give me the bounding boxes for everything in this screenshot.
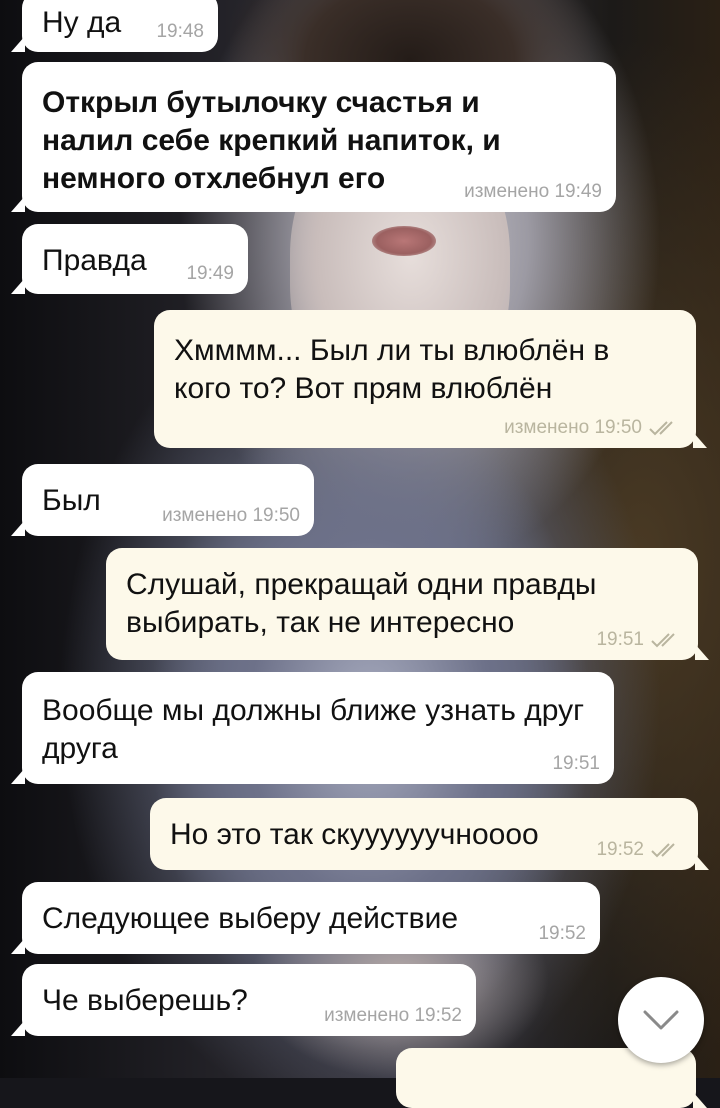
message-incoming[interactable]: Ну да 19:48 [11, 0, 218, 52]
message-edited-time: изменено 19:52 [324, 1005, 462, 1026]
message-text: Но это так скуууууучноооо [170, 818, 539, 851]
message-incoming[interactable]: Был изменено 19:50 [11, 464, 314, 536]
message-text: Был [42, 484, 101, 517]
double-check-icon [649, 421, 673, 436]
message-incoming[interactable]: Открыл бутылочку счастья и налил себе кр… [11, 62, 616, 212]
message-incoming[interactable]: Че выберешь? изменено 19:52 [11, 964, 476, 1036]
message-time: 19:51 [596, 630, 684, 650]
message-text: Следующее выберу действие [42, 902, 459, 935]
message-time: 19:51 [552, 753, 600, 774]
message-text: Хмммм... Был ли ты влюблён в кого то? Во… [174, 334, 610, 405]
message-time: 19:52 [538, 923, 586, 944]
message-edited-time: изменено 19:50 [504, 418, 682, 438]
chevron-down-icon [643, 1010, 679, 1030]
message-outgoing[interactable]: Но это так скуууууучноооо 19:52 [150, 798, 709, 870]
message-time: 19:48 [156, 21, 204, 42]
message-text: Ну да [42, 6, 122, 39]
message-text: Че выберешь? [42, 984, 248, 1017]
message-outgoing[interactable]: Слушай, прекращай одни правды выбирать, … [106, 548, 709, 660]
message-time-label: 19:51 [596, 629, 644, 650]
message-text: Правда [42, 244, 147, 277]
message-text: Вообще мы должны ближе узнать друг друга [42, 694, 585, 765]
message-incoming[interactable]: Правда 19:49 [11, 224, 248, 294]
message-incoming[interactable]: Следующее выберу действие 19:52 [11, 882, 600, 954]
message-time-label: изменено 19:50 [504, 417, 642, 438]
message-edited-time: изменено 19:49 [464, 181, 602, 202]
double-check-icon [651, 843, 675, 858]
message-edited-time: изменено 19:50 [162, 505, 300, 526]
message-time: 19:52 [596, 840, 684, 860]
double-check-icon [651, 633, 675, 648]
message-time: 19:49 [186, 263, 234, 284]
message-incoming[interactable]: Вообще мы должны ближе узнать друг друга… [11, 672, 614, 784]
message-outgoing[interactable]: Хмммм... Был ли ты влюблён в кого то? Во… [154, 310, 707, 448]
scroll-to-bottom-button[interactable] [618, 977, 704, 1063]
message-time-label: 19:52 [596, 839, 644, 860]
